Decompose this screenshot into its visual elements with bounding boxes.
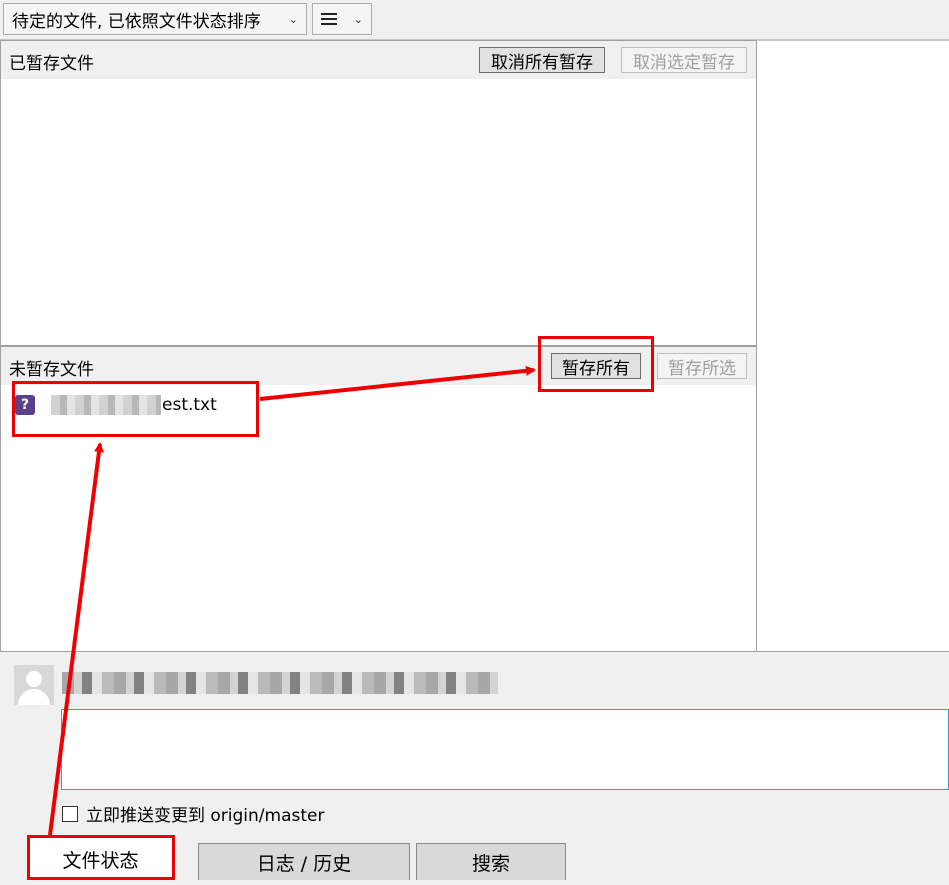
- sort-dropdown[interactable]: 待定的文件, 已依照文件状态排序 ⌄: [3, 3, 307, 35]
- avatar-body: [18, 689, 50, 705]
- tab-search[interactable]: 搜索: [416, 843, 566, 881]
- annotation-box-stage-all: [538, 336, 654, 392]
- chevron-down-icon: ⌄: [288, 12, 298, 26]
- tab-strip-base: [0, 880, 949, 885]
- diff-pane[interactable]: [757, 40, 949, 652]
- staged-files-panel: 已暂存文件 取消所有暂存 取消选定暂存: [0, 40, 757, 346]
- push-option[interactable]: 立即推送变更到 origin/master: [62, 801, 324, 826]
- unstage-selected-button[interactable]: 取消选定暂存: [621, 47, 747, 73]
- staged-files-header: 已暂存文件 取消所有暂存 取消选定暂存: [1, 41, 756, 79]
- unstage-all-button[interactable]: 取消所有暂存: [479, 47, 605, 73]
- unstaged-files-title: 未暂存文件: [9, 360, 94, 380]
- list-icon: [321, 13, 337, 25]
- chevron-down-icon: ⌄: [353, 12, 363, 26]
- commit-message-input[interactable]: [61, 709, 949, 790]
- avatar-head: [26, 671, 42, 687]
- tab-log-history[interactable]: 日志 / 历史: [198, 843, 410, 881]
- annotation-box-file: [12, 381, 259, 437]
- sort-dropdown-label: 待定的文件, 已依照文件状态排序: [12, 11, 261, 32]
- staged-files-title: 已暂存文件: [9, 54, 94, 74]
- toolbar: 待定的文件, 已依照文件状态排序 ⌄ ⌄: [0, 0, 949, 40]
- stage-selected-button[interactable]: 暂存所选: [657, 353, 747, 379]
- annotation-box-tab: [27, 835, 175, 880]
- avatar: [14, 665, 54, 705]
- view-mode-dropdown[interactable]: ⌄: [312, 3, 372, 35]
- push-label: 立即推送变更到 origin/master: [86, 806, 325, 826]
- redacted-author: [62, 672, 498, 694]
- push-checkbox[interactable]: [62, 805, 78, 822]
